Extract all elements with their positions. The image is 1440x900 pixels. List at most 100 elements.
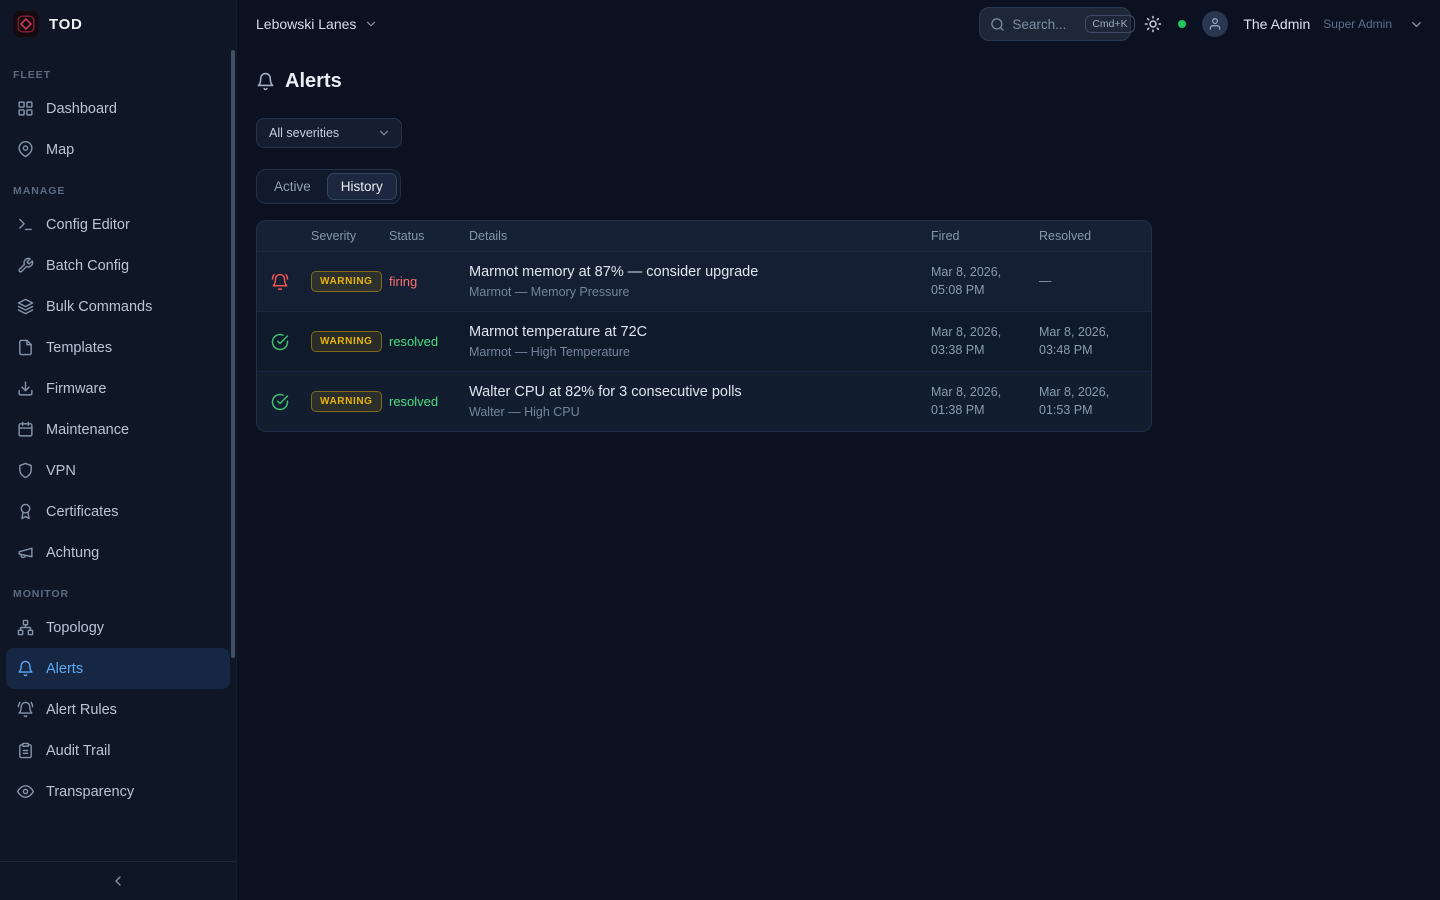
sidebar-item-vpn[interactable]: VPN <box>6 450 230 491</box>
eye-icon <box>17 783 34 800</box>
sidebar-item-label: Bulk Commands <box>46 299 152 315</box>
tab-history[interactable]: History <box>327 173 397 200</box>
sun-icon[interactable] <box>1144 15 1162 33</box>
header-fired: Fired <box>931 229 1039 243</box>
section-label-monitor: MONITOR <box>0 573 236 607</box>
sidebar-item-label: Maintenance <box>46 422 129 438</box>
sidebar-item-map[interactable]: Map <box>6 129 230 170</box>
sidebar-item-templates[interactable]: Templates <box>6 327 230 368</box>
fired-cell: Mar 8, 2026, 05:08 PM <box>931 264 1039 299</box>
chevron-down-icon[interactable] <box>1409 17 1424 32</box>
calendar-icon <box>17 421 34 438</box>
chevron-down-icon <box>364 17 378 31</box>
sidebar-item-alert-rules[interactable]: Alert Rules <box>6 689 230 730</box>
sidebar-item-batch-config[interactable]: Batch Config <box>6 245 230 286</box>
sidebar-item-maintenance[interactable]: Maintenance <box>6 409 230 450</box>
map-pin-icon <box>17 141 34 158</box>
bell-ring-icon <box>271 273 289 291</box>
table-row[interactable]: WARNING resolved Walter CPU at 82% for 3… <box>257 371 1151 431</box>
alert-title: Walter CPU at 82% for 3 consecutive poll… <box>469 384 931 400</box>
alert-title: Marmot temperature at 72C <box>469 324 931 340</box>
alert-title: Marmot memory at 87% — consider upgrade <box>469 264 931 280</box>
header-icon-spacer <box>271 229 311 243</box>
chevron-down-icon <box>377 126 391 140</box>
alert-icon-cell <box>271 333 311 351</box>
search-box[interactable]: Cmd+K <box>979 7 1131 41</box>
resolved-cell: Mar 8, 2026, 01:53 PM <box>1039 384 1137 419</box>
sidebar: TOD FLEET Dashboard Map MANAGE Config Ed… <box>0 0 237 900</box>
brand-logo-icon <box>13 11 39 37</box>
section-label-fleet: FLEET <box>0 54 236 88</box>
header-severity: Severity <box>311 229 389 243</box>
search-input[interactable] <box>1012 17 1078 32</box>
sidebar-scrollbar[interactable] <box>231 50 235 658</box>
severity-badge: WARNING <box>311 271 382 292</box>
grid-icon <box>17 100 34 117</box>
sidebar-item-audit-trail[interactable]: Audit Trail <box>6 730 230 771</box>
sidebar-item-label: Certificates <box>46 504 119 520</box>
alerts-table: Severity Status Details Fired Resolved W… <box>256 220 1152 432</box>
main-area: Lebowski Lanes Cmd+K The Admin Super Adm… <box>237 0 1440 900</box>
bell-ring-icon <box>17 701 34 718</box>
sidebar-item-label: Dashboard <box>46 101 117 117</box>
avatar[interactable] <box>1202 11 1228 37</box>
sidebar-item-label: Topology <box>46 620 104 636</box>
sidebar-item-achtung[interactable]: Achtung <box>6 532 230 573</box>
resolved-cell: Mar 8, 2026, 03:48 PM <box>1039 324 1137 359</box>
search-icon <box>990 17 1005 32</box>
sidebar-collapse-button[interactable] <box>0 861 236 900</box>
content: Alerts All severities Active History Sev… <box>237 48 1440 432</box>
bell-icon <box>17 660 34 677</box>
sidebar-item-certificates[interactable]: Certificates <box>6 491 230 532</box>
sidebar-item-dashboard[interactable]: Dashboard <box>6 88 230 129</box>
bell-icon <box>256 72 275 91</box>
sidebar-item-alerts[interactable]: Alerts <box>6 648 230 689</box>
sidebar-item-topology[interactable]: Topology <box>6 607 230 648</box>
header-status: Status <box>389 229 469 243</box>
clipboard-icon <box>17 742 34 759</box>
shield-icon <box>17 462 34 479</box>
sidebar-item-label: Config Editor <box>46 217 130 233</box>
sidebar-item-bulk-commands[interactable]: Bulk Commands <box>6 286 230 327</box>
check-circle-icon <box>271 333 289 351</box>
user-name: The Admin <box>1243 16 1310 32</box>
file-icon <box>17 339 34 356</box>
alert-icon-cell <box>271 393 311 411</box>
sidebar-item-label: Alerts <box>46 661 83 677</box>
wrench-icon <box>17 257 34 274</box>
severity-cell: WARNING <box>311 271 389 292</box>
sidebar-item-transparency[interactable]: Transparency <box>6 771 230 812</box>
details-cell: Walter CPU at 82% for 3 consecutive poll… <box>469 384 931 419</box>
fired-cell: Mar 8, 2026, 03:38 PM <box>931 324 1039 359</box>
sidebar-item-label: Audit Trail <box>46 743 110 759</box>
resolved-cell: — <box>1039 273 1137 291</box>
brand: TOD <box>0 0 236 48</box>
alert-subtitle: Walter — High CPU <box>469 405 931 419</box>
org-selector[interactable]: Lebowski Lanes <box>256 16 378 32</box>
check-circle-icon <box>271 393 289 411</box>
sidebar-item-label: Firmware <box>46 381 106 397</box>
table-row[interactable]: WARNING firing Marmot memory at 87% — co… <box>257 251 1151 311</box>
network-icon <box>17 619 34 636</box>
alerts-tabs: Active History <box>256 169 401 204</box>
sidebar-item-config-editor[interactable]: Config Editor <box>6 204 230 245</box>
sidebar-item-label: VPN <box>46 463 76 479</box>
severity-filter-value: All severities <box>269 126 339 140</box>
org-name: Lebowski Lanes <box>256 16 356 32</box>
app-root: TOD FLEET Dashboard Map MANAGE Config Ed… <box>0 0 1440 900</box>
table-row[interactable]: WARNING resolved Marmot temperature at 7… <box>257 311 1151 371</box>
sidebar-item-firmware[interactable]: Firmware <box>6 368 230 409</box>
topbar-right: Cmd+K The Admin Super Admin <box>979 7 1424 41</box>
user-icon <box>1208 17 1222 31</box>
sidebar-nav: FLEET Dashboard Map MANAGE Config Editor… <box>0 48 236 861</box>
alert-icon-cell <box>271 273 311 291</box>
status-cell: firing <box>389 274 469 289</box>
brand-name: TOD <box>49 16 83 33</box>
award-icon <box>17 503 34 520</box>
tab-active[interactable]: Active <box>260 173 325 200</box>
details-cell: Marmot temperature at 72C Marmot — High … <box>469 324 931 359</box>
severity-filter-dropdown[interactable]: All severities <box>256 118 402 148</box>
header-details: Details <box>469 229 931 243</box>
header-resolved: Resolved <box>1039 229 1137 243</box>
download-icon <box>17 380 34 397</box>
